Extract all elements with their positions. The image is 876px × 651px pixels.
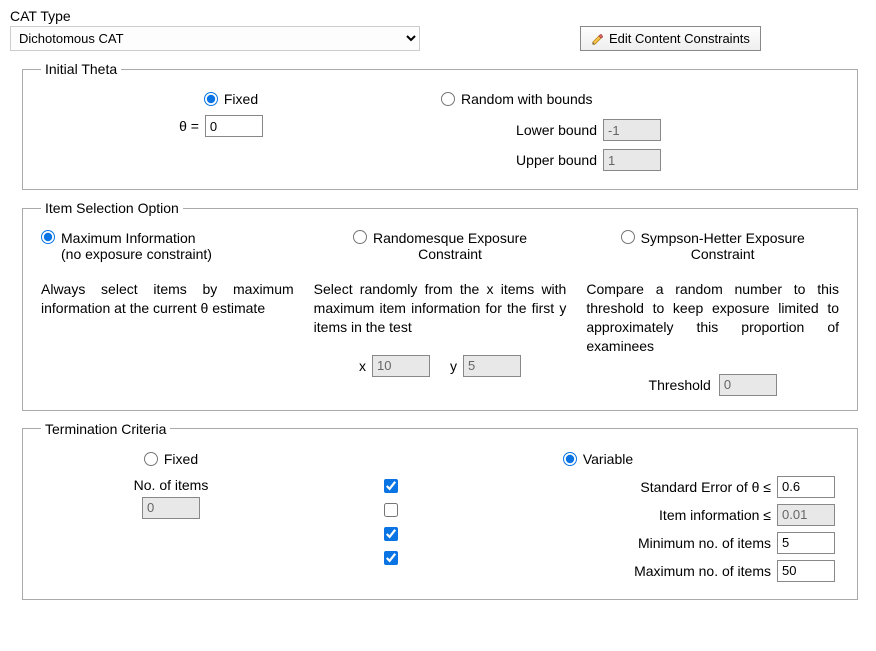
- tc-variable-radio[interactable]: [563, 452, 577, 466]
- tc-ii-label: Item information ≤: [659, 507, 771, 523]
- initial-theta-random-radio[interactable]: [441, 92, 455, 106]
- theta-equals-label: θ =: [179, 118, 199, 134]
- iso-sympson-label: Sympson-Hetter Exposure Constraint: [641, 230, 805, 262]
- iso-threshold-label: Threshold: [649, 377, 711, 393]
- item-selection-group: Item Selection Option Maximum Informatio…: [22, 200, 858, 411]
- tc-ii-input: [777, 504, 835, 526]
- iso-y-label: y: [450, 358, 457, 374]
- iso-randomesque-radio[interactable]: [353, 230, 367, 244]
- iso-sympson-desc: Compare a random number to this threshol…: [586, 280, 839, 356]
- initial-theta-legend: Initial Theta: [41, 61, 121, 77]
- iso-maxinfo-desc: Always select items by maximum informati…: [41, 280, 294, 318]
- upper-bound-input: [603, 149, 661, 171]
- lower-bound-input: [603, 119, 661, 141]
- tc-max-input[interactable]: [777, 560, 835, 582]
- iso-maxinfo-label: Maximum Information (no exposure constra…: [61, 230, 212, 262]
- tc-se-checkbox[interactable]: [384, 479, 398, 493]
- tc-max-label: Maximum no. of items: [634, 563, 771, 579]
- tc-ii-checkbox[interactable]: [384, 503, 398, 517]
- edit-content-constraints-button[interactable]: Edit Content Constraints: [580, 26, 761, 51]
- pencil-icon: [591, 32, 605, 46]
- tc-noi-label: No. of items: [134, 477, 209, 493]
- theta-value-input[interactable]: [205, 115, 263, 137]
- tc-min-input[interactable]: [777, 532, 835, 554]
- termination-criteria-legend: Termination Criteria: [41, 421, 170, 437]
- iso-sympson-radio[interactable]: [621, 230, 635, 244]
- iso-x-input: [372, 355, 430, 377]
- cat-type-select[interactable]: Dichotomous CAT: [10, 26, 420, 51]
- cat-type-label: CAT Type: [10, 8, 430, 24]
- initial-theta-fixed-radio[interactable]: [204, 92, 218, 106]
- tc-min-label: Minimum no. of items: [638, 535, 771, 551]
- iso-threshold-input: [719, 374, 777, 396]
- lower-bound-label: Lower bound: [507, 122, 597, 138]
- iso-y-input: [463, 355, 521, 377]
- upper-bound-label: Upper bound: [507, 152, 597, 168]
- tc-max-checkbox[interactable]: [384, 551, 398, 565]
- iso-randomesque-label: Randomesque Exposure Constraint: [373, 230, 527, 262]
- termination-criteria-group: Termination Criteria Fixed No. of items …: [22, 421, 858, 600]
- tc-noi-input: [142, 497, 200, 519]
- initial-theta-fixed-label: Fixed: [224, 91, 258, 107]
- iso-x-label: x: [359, 358, 366, 374]
- initial-theta-random-label: Random with bounds: [461, 91, 593, 107]
- tc-se-label: Standard Error of θ ≤: [640, 479, 771, 495]
- initial-theta-group: Initial Theta Fixed θ = Random with boun…: [22, 61, 858, 190]
- tc-fixed-radio[interactable]: [144, 452, 158, 466]
- iso-randomesque-desc: Select randomly from the x items with ma…: [314, 280, 567, 337]
- tc-variable-label: Variable: [583, 451, 633, 467]
- item-selection-legend: Item Selection Option: [41, 200, 183, 216]
- tc-fixed-label: Fixed: [164, 451, 198, 467]
- tc-se-input[interactable]: [777, 476, 835, 498]
- iso-maxinfo-radio[interactable]: [41, 230, 55, 244]
- tc-min-checkbox[interactable]: [384, 527, 398, 541]
